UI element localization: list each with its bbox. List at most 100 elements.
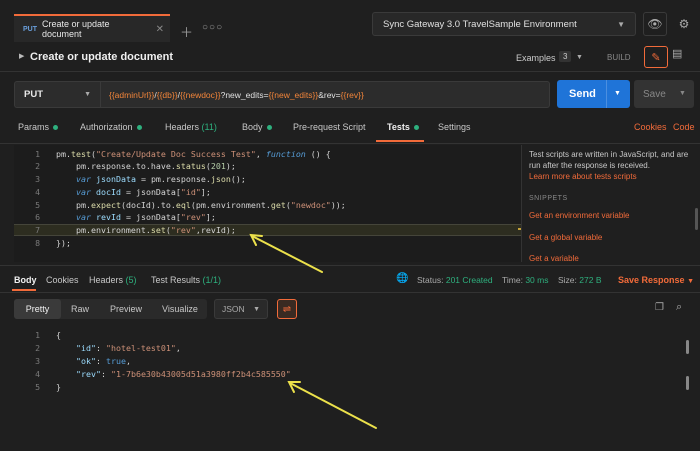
tab-response-headers[interactable]: Headers (5) bbox=[89, 275, 137, 285]
examples-button[interactable]: Examples bbox=[516, 53, 556, 63]
json-brace: { bbox=[56, 330, 61, 340]
divider bbox=[0, 265, 700, 266]
scrollbar[interactable] bbox=[695, 208, 698, 230]
tab-response-body[interactable]: Body bbox=[14, 275, 37, 285]
plus-icon[interactable]: ＋ bbox=[180, 22, 193, 41]
line-number: 5 bbox=[35, 200, 40, 210]
status-value: 201 Created bbox=[445, 275, 493, 285]
tab-prerequest-script[interactable]: Pre-request Script bbox=[293, 122, 366, 132]
search-icon[interactable]: ⌕ bbox=[676, 301, 682, 314]
active-tab-indicator bbox=[376, 140, 424, 142]
code-line-4: var docId = jsonData["id"]; bbox=[75, 187, 211, 197]
save-label: Save bbox=[643, 88, 666, 100]
pencil-icon[interactable]: ✎ bbox=[644, 46, 668, 68]
code-line-2: pm.response.to.have.status(201); bbox=[56, 161, 236, 171]
divider bbox=[606, 80, 607, 108]
method-value: PUT bbox=[24, 89, 43, 100]
line-number: 6 bbox=[35, 212, 40, 222]
headers-count: (11) bbox=[201, 122, 217, 132]
tab-response-cookies[interactable]: Cookies bbox=[46, 275, 79, 285]
json-value: "1-7b6e30b43005d51a3980ff2b4c585550" bbox=[110, 369, 291, 379]
wrap-icon[interactable]: ⇌ bbox=[277, 299, 297, 319]
tab-headers[interactable]: Headers (11) bbox=[165, 122, 217, 132]
tab-method-badge: PUT bbox=[23, 25, 37, 33]
divider bbox=[0, 143, 700, 144]
url-part: &rev= bbox=[318, 89, 341, 100]
view-visualize-button[interactable]: Visualize bbox=[162, 304, 198, 314]
response-body-viewer[interactable] bbox=[14, 324, 686, 444]
tab-settings[interactable]: Settings bbox=[438, 122, 471, 132]
line-number: 4 bbox=[35, 187, 40, 197]
tab-label: Settings bbox=[438, 122, 471, 132]
test-count: (1/1) bbox=[202, 275, 222, 285]
status-dot bbox=[53, 125, 59, 131]
snippet-item[interactable]: Get a variable bbox=[529, 254, 579, 263]
chevron-down-icon[interactable]: ▼ bbox=[614, 90, 621, 97]
status-dot bbox=[413, 125, 419, 131]
view-pretty-button[interactable]: Pretty bbox=[14, 299, 61, 319]
json-line-3: "ok": true, bbox=[75, 356, 131, 366]
code-link[interactable]: Code bbox=[673, 122, 695, 132]
tab-test-results[interactable]: Test Results (1/1) bbox=[151, 275, 221, 285]
line-number: 4 bbox=[35, 369, 40, 379]
json-line-5: } bbox=[56, 382, 61, 392]
line-number: 1 bbox=[35, 330, 40, 340]
url-part: {{adminUrl}} bbox=[109, 89, 155, 100]
code-line-8: }); bbox=[56, 238, 71, 248]
cookies-link[interactable]: Cookies bbox=[634, 122, 667, 132]
snippets-description: Test scripts are written in JavaScript, … bbox=[529, 150, 689, 170]
format-value: JSON bbox=[222, 304, 245, 314]
status-dot bbox=[136, 125, 142, 131]
tab-tests[interactable]: Tests bbox=[387, 122, 419, 132]
snippet-item[interactable]: Get an environment variable bbox=[529, 211, 630, 220]
chevron-down-icon[interactable]: ▼ bbox=[576, 54, 583, 61]
environment-name: Sync Gateway 3.0 TravelSample Environmen… bbox=[383, 18, 577, 30]
tab-authorization[interactable]: Authorization bbox=[80, 122, 142, 132]
scrollbar[interactable] bbox=[686, 340, 689, 354]
line-number: 7 bbox=[35, 225, 40, 235]
json-line-1: { bbox=[56, 330, 61, 340]
eye-icon[interactable]: 👁 bbox=[643, 12, 667, 36]
url-input[interactable]: {{adminUrl}} / {{db}} / {{newdoc}} ?new_edits… bbox=[100, 81, 550, 108]
examples-count-badge: 3 bbox=[559, 51, 572, 62]
format-select[interactable]: JSON ▼ bbox=[214, 299, 268, 319]
settings-icon[interactable]: ⚙ bbox=[672, 12, 696, 36]
save-button[interactable]: Save ▼ bbox=[634, 80, 694, 108]
time-value: 30 ms bbox=[525, 275, 549, 285]
snippets-heading: SNIPPETS bbox=[529, 195, 568, 202]
request-tab[interactable]: PUT Create or update document ✕ bbox=[14, 14, 170, 42]
json-key: "ok" bbox=[75, 356, 96, 366]
chevron-down-icon: ▼ bbox=[617, 19, 625, 29]
chevron-down-icon[interactable]: ▼ bbox=[679, 90, 686, 97]
view-raw-button[interactable]: Raw bbox=[71, 304, 89, 314]
scrollbar[interactable] bbox=[686, 376, 689, 390]
divider bbox=[0, 71, 700, 72]
copy-icon[interactable]: ❐ bbox=[655, 302, 664, 313]
snippet-item[interactable]: Get a global variable bbox=[529, 233, 602, 242]
save-response-button[interactable]: Save Response ▼ bbox=[618, 275, 694, 285]
build-mode-label[interactable]: BUILD bbox=[607, 53, 631, 62]
url-part: ?new_edits= bbox=[220, 89, 269, 100]
tab-label: Authorization bbox=[80, 122, 133, 132]
more-icon[interactable]: ○○○ bbox=[202, 22, 223, 33]
size-value: 272 B bbox=[579, 275, 602, 285]
tab-body[interactable]: Body bbox=[242, 122, 272, 132]
method-select[interactable]: PUT ▼ bbox=[14, 81, 100, 108]
tab-label: Test Results bbox=[151, 275, 201, 285]
document-icon[interactable]: ▤ bbox=[672, 47, 682, 60]
learn-more-link[interactable]: Learn more about tests scripts bbox=[529, 172, 637, 181]
save-response-label: Save Response bbox=[618, 275, 685, 285]
send-button[interactable]: Send ▼ bbox=[557, 80, 630, 108]
close-icon[interactable]: ✕ bbox=[156, 24, 164, 35]
view-preview-button[interactable]: Preview bbox=[110, 304, 142, 314]
line-number: 3 bbox=[35, 174, 40, 184]
environment-select[interactable]: Sync Gateway 3.0 TravelSample Environmen… bbox=[372, 12, 636, 36]
headers-count: (5) bbox=[125, 275, 137, 285]
status-dot bbox=[266, 125, 272, 131]
collapse-caret-icon[interactable]: ▶ bbox=[19, 52, 24, 60]
code-line-5: pm.expect(docId).to.eql(pm.environment.g… bbox=[56, 200, 346, 210]
status-readout: Status: 201 Created bbox=[417, 275, 493, 285]
globe-icon[interactable]: 🌐 bbox=[396, 273, 408, 284]
url-part: {{db}} bbox=[156, 89, 178, 100]
tab-params[interactable]: Params bbox=[18, 122, 59, 132]
